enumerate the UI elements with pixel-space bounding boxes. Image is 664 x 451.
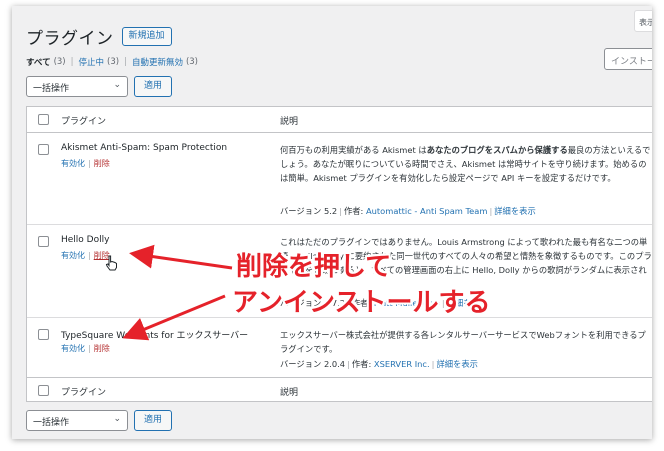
annotation-arrows: [122, 244, 233, 341]
arrow-to-typesquare-delete: [122, 294, 226, 341]
arrow-to-hello-dolly-delete: [129, 244, 233, 270]
annotation-line-1: 削除を押して: [236, 252, 392, 282]
hand-cursor-icon: [105, 255, 117, 271]
annotation-line-2: アンインストールする: [232, 288, 491, 318]
